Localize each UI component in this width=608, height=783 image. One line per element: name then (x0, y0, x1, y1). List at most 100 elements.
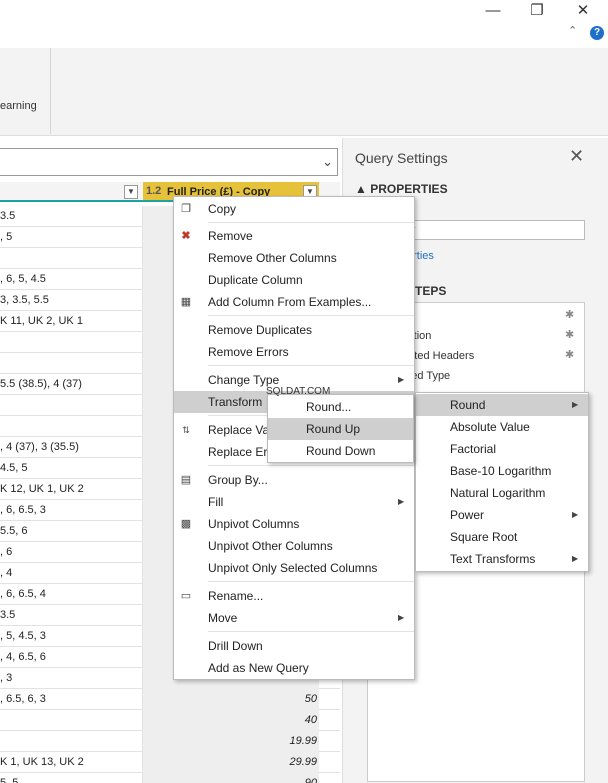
table-row[interactable]: 40 (0, 710, 340, 731)
table-cell[interactable]: , 5, 4.5, 3 (0, 626, 143, 647)
table-cell[interactable]: 90 (143, 773, 319, 783)
decimal-type-icon[interactable]: 1.2 (146, 185, 161, 197)
menu-item-base10-log[interactable]: Base-10 Logarithm (416, 460, 588, 482)
replace-values-icon: ⇅ (182, 425, 190, 435)
table-cell[interactable]: 5.5 (38.5), 4 (37) (0, 374, 143, 395)
table-cell[interactable]: K 11, UK 2, UK 1 (0, 311, 143, 332)
table-row[interactable]: , 6.5, 6, 3 50 (0, 689, 340, 710)
unpivot-icon: ▩ (180, 518, 192, 530)
table-cell[interactable] (0, 353, 143, 374)
menu-separator (208, 365, 414, 366)
table-cell[interactable]: , 6, 5, 4.5 (0, 269, 143, 290)
menu-item-add-as-new-query[interactable]: Add as New Query (174, 657, 414, 679)
table-cell[interactable] (0, 395, 143, 416)
menu-item-round-down[interactable]: Round Down (268, 440, 413, 462)
table-cell[interactable]: , 5 (0, 227, 143, 248)
table-cell[interactable] (0, 416, 143, 437)
menu-item-factorial[interactable]: Factorial (416, 438, 588, 460)
submenu-arrow-icon: ▶ (398, 375, 405, 384)
submenu-arrow-icon: ▶ (572, 400, 579, 409)
column-filter-button[interactable]: ▼ (124, 185, 138, 199)
rename-icon: ▭ (180, 590, 192, 602)
menu-item-round-up[interactable]: Round Up (268, 418, 413, 440)
minimize-icon[interactable]: — (478, 2, 508, 22)
gear-icon[interactable]: ✱ (565, 328, 574, 341)
menu-item-absolute-value[interactable]: Absolute Value (416, 416, 588, 438)
table-cell[interactable]: 5.5, 6 (0, 521, 143, 542)
table-cell[interactable]: , 6.5, 6, 3 (0, 689, 143, 710)
menu-item-square-root[interactable]: Square Root (416, 526, 588, 548)
table-cell[interactable] (0, 248, 143, 269)
menu-item-power[interactable]: Power ▶ (416, 504, 588, 526)
menu-item-group-by[interactable]: ▤ Group By... (174, 469, 414, 491)
menu-item-duplicate-column[interactable]: Duplicate Column (174, 269, 414, 291)
table-row[interactable]: K 1, UK 13, UK 2 29.99 (0, 752, 340, 773)
table-cell[interactable]: 50 (143, 689, 319, 710)
copy-icon: ❐ (181, 203, 191, 215)
menu-item-unpivot-columns[interactable]: ▩ Unpivot Columns (174, 513, 414, 535)
watermark: SQLDAT.COM (266, 386, 331, 397)
table-cell[interactable] (0, 332, 143, 353)
table-cell[interactable]: K 1, UK 13, UK 2 (0, 752, 143, 773)
ribbon-button-label[interactable]: earning (0, 100, 37, 112)
table-row[interactable]: 5, 5 90 (0, 773, 340, 783)
menu-item-move[interactable]: Move ▶ (174, 607, 414, 629)
menu-item-round[interactable]: Round ▶ (416, 394, 588, 416)
submenu-arrow-icon: ▶ (398, 497, 405, 506)
table-cell[interactable]: 40 (143, 710, 319, 731)
collapse-ribbon-icon[interactable]: ⌃ (568, 24, 577, 37)
menu-item-remove[interactable]: ✖ Remove (174, 225, 414, 247)
table-cell[interactable]: 29.99 (143, 752, 319, 773)
ribbon-separator (50, 48, 51, 134)
gear-icon[interactable]: ✱ (565, 308, 574, 321)
table-cell[interactable] (0, 731, 143, 752)
table-cell[interactable]: 5, 5 (0, 773, 143, 783)
menu-item-natural-log[interactable]: Natural Logarithm (416, 482, 588, 504)
menu-item-remove-other-columns[interactable]: Remove Other Columns (174, 247, 414, 269)
table-cell[interactable]: , 3 (0, 668, 143, 689)
table-cell[interactable]: 4.5, 5 (0, 458, 143, 479)
properties-heading: ▲ PROPERTIES (355, 182, 448, 196)
table-cell[interactable]: , 4 (0, 563, 143, 584)
menu-separator (208, 465, 414, 466)
table-cell[interactable]: 3.5 (0, 605, 143, 626)
menu-item-copy[interactable]: ❐ Copy (174, 198, 414, 220)
menu-separator (208, 315, 414, 316)
window-titlebar: — ❐ ✕ ⌃ ? (0, 0, 608, 48)
menu-item-unpivot-other-columns[interactable]: Unpivot Other Columns (174, 535, 414, 557)
close-icon[interactable]: ✕ (568, 2, 598, 22)
round-submenu: Round... Round Up Round Down (267, 394, 414, 463)
restore-icon[interactable]: ❐ (522, 2, 552, 22)
menu-item-unpivot-only-selected[interactable]: Unpivot Only Selected Columns (174, 557, 414, 579)
close-icon[interactable]: ✕ (569, 146, 584, 167)
table-row[interactable]: 19.99 (0, 731, 340, 752)
menu-item-rename[interactable]: ▭ Rename... (174, 585, 414, 607)
menu-item-round-dialog[interactable]: Round... (268, 396, 413, 418)
gear-icon[interactable]: ✱ (565, 348, 574, 361)
formula-bar[interactable]: ⌄ (0, 148, 338, 176)
menu-item-remove-errors[interactable]: Remove Errors (174, 341, 414, 363)
menu-separator (208, 581, 414, 582)
table-cell[interactable]: , 6 (0, 542, 143, 563)
submenu-arrow-icon: ▶ (572, 510, 579, 519)
table-cell[interactable]: 3.5 (0, 206, 143, 227)
table-cell[interactable]: , 4, 6.5, 6 (0, 647, 143, 668)
submenu-arrow-icon: ▶ (572, 554, 579, 563)
chevron-down-icon[interactable]: ⌄ (322, 154, 333, 170)
table-cell[interactable]: , 4 (37), 3 (35.5) (0, 437, 143, 458)
table-cell[interactable]: K 12, UK 1, UK 2 (0, 479, 143, 500)
query-name-input[interactable]: y (407, 220, 585, 240)
menu-item-fill[interactable]: Fill ▶ (174, 491, 414, 513)
menu-item-drill-down[interactable]: Drill Down (174, 635, 414, 657)
group-by-icon: ▤ (180, 474, 192, 486)
table-cell[interactable]: 19.99 (143, 731, 319, 752)
menu-item-remove-duplicates[interactable]: Remove Duplicates (174, 319, 414, 341)
table-cell[interactable]: 3, 3.5, 5.5 (0, 290, 143, 311)
table-cell[interactable]: , 6, 6.5, 4 (0, 584, 143, 605)
help-icon[interactable]: ? (590, 26, 604, 40)
menu-item-text-transforms[interactable]: Text Transforms ▶ (416, 548, 588, 570)
table-cell[interactable] (0, 710, 143, 731)
table-cell[interactable]: , 6, 6.5, 3 (0, 500, 143, 521)
menu-item-add-column-from-examples[interactable]: ▦ Add Column From Examples... (174, 291, 414, 313)
submenu-arrow-icon: ▶ (398, 613, 405, 622)
